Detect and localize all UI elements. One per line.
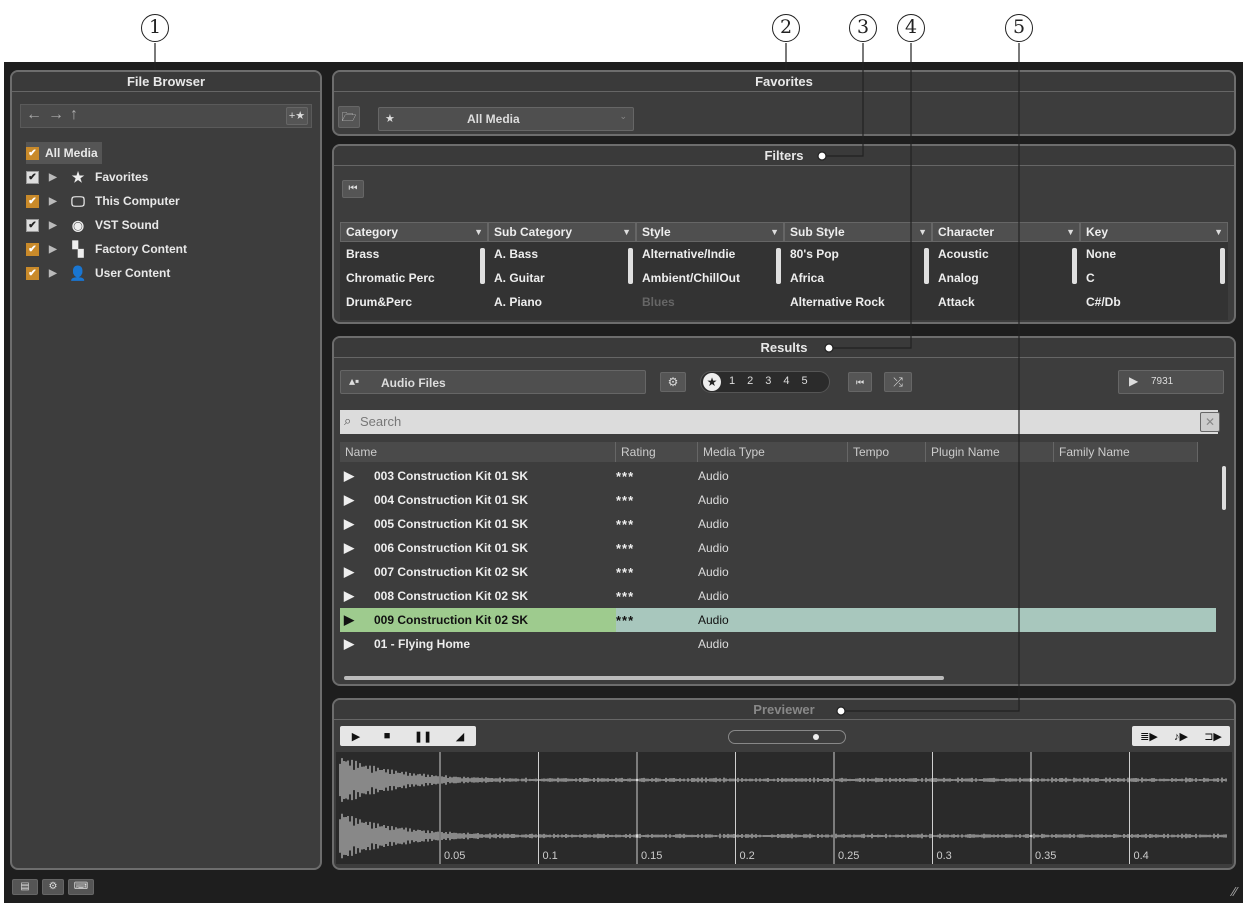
callout-lines <box>0 0 1243 903</box>
